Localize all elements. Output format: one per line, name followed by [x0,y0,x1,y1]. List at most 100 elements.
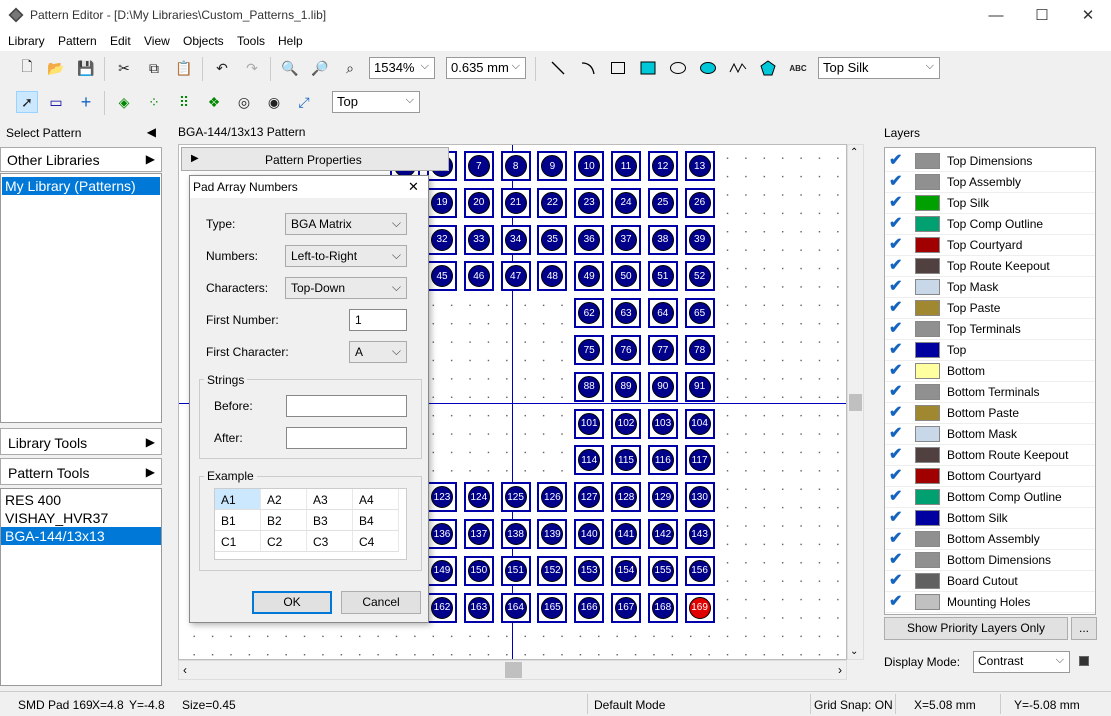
bga-pad[interactable]: 104 [684,408,715,439]
bga-pad[interactable]: 38 [647,224,678,255]
layer-color-swatch[interactable] [915,552,940,568]
bga-pad[interactable]: 12 [647,151,678,181]
rectangle-tool-icon[interactable] [607,57,629,79]
bga-pad[interactable]: 77 [647,335,678,365]
checkmark-icon[interactable]: ✔ [889,342,907,358]
bga-pad[interactable]: 128 [611,482,641,513]
checkmark-icon[interactable]: ✔ [889,174,907,190]
layer-row[interactable]: ✔ Top Mask [885,277,1095,298]
bga-pad[interactable]: 39 [684,224,715,255]
list-item[interactable]: RES 400 [1,491,161,509]
layer-row[interactable]: ✔ Top Route Keepout [885,256,1095,277]
layer-row[interactable]: ✔ Top Terminals [885,319,1095,340]
first-character-select[interactable]: A ⌵ [349,341,407,363]
layer-color-swatch[interactable] [915,174,940,190]
layer-color-swatch[interactable] [915,321,940,337]
checkmark-icon[interactable]: ✔ [889,510,907,526]
bga-pad[interactable]: 47 [500,261,531,292]
text-tool-icon[interactable]: ABC [787,57,809,79]
bga-pad[interactable]: 123 [427,482,457,513]
layer-row[interactable]: ✔ Top Dimensions [885,151,1095,172]
layer-row[interactable]: ✔ Top Courtyard [885,235,1095,256]
bga-pad[interactable]: 163 [463,592,494,623]
dialog-close-icon[interactable]: ✕ [408,179,419,195]
checkmark-icon[interactable]: ✔ [889,300,907,316]
bga-pad[interactable]: 89 [611,371,641,402]
checkmark-icon[interactable]: ✔ [889,153,907,169]
bga-pad[interactable]: 169 [684,592,715,623]
layer-row[interactable]: ✔ Bottom Dimensions [885,550,1095,571]
scroll-down-icon[interactable]: ⌄ [850,646,858,657]
bga-pad[interactable]: 64 [647,298,678,329]
layer-color-swatch[interactable] [915,342,940,358]
bga-pad[interactable]: 21 [500,187,531,218]
bga-pad[interactable]: 138 [500,519,531,549]
zoom-fit-icon[interactable]: ⌕ [339,57,361,79]
library-tools-button[interactable]: Library Tools ▶ [0,428,162,455]
more-options-button[interactable]: ... [1071,617,1097,640]
bga-pad[interactable]: 129 [647,482,678,513]
checkmark-icon[interactable]: ✔ [889,195,907,211]
layer-row[interactable]: ✔ Top Paste [885,298,1095,319]
bga-pad[interactable]: 167 [611,592,641,623]
bga-pad[interactable]: 114 [574,445,605,476]
scroll-right-icon[interactable]: › [838,663,842,677]
bga-pad[interactable]: 22 [537,187,568,218]
bga-pad[interactable]: 143 [684,519,715,549]
horizontal-scroll-thumb[interactable] [505,662,522,678]
zoom-combo[interactable]: 1534% ⌵ [369,57,435,79]
bga-pad[interactable]: 156 [684,555,715,586]
side-combo[interactable]: Top ⌵ [332,91,420,113]
vertical-scroll-thumb[interactable] [849,394,862,411]
bga-pad[interactable]: 116 [647,445,678,476]
bga-pad[interactable]: 19 [427,187,457,218]
checkmark-icon[interactable]: ✔ [889,594,907,610]
crosshair-icon[interactable]: + [75,91,97,113]
bga-pad[interactable]: 63 [611,298,641,329]
layer-color-swatch[interactable] [915,510,940,526]
layer-row[interactable]: ✔ Mounting Holes [885,592,1095,613]
vertical-scrollbar[interactable]: ⌃ ⌄ [847,144,864,660]
layer-color-swatch[interactable] [915,153,940,169]
checkmark-icon[interactable]: ✔ [889,468,907,484]
dimension-tool-icon[interactable]: ▭ [45,91,67,113]
bga-pad[interactable]: 24 [611,187,641,218]
bga-pad[interactable]: 62 [574,298,605,329]
pattern-properties-bar[interactable]: ▶ Pattern Properties [181,147,449,171]
ok-button[interactable]: OK [252,591,332,614]
undo-icon[interactable]: ↶ [211,57,233,79]
layer-row[interactable]: ✔ Bottom Silk [885,508,1095,529]
measure-icon[interactable]: ⤢ [293,91,315,113]
bga-pad[interactable]: 23 [574,187,605,218]
bga-pad[interactable]: 90 [647,371,678,402]
bga-pad[interactable]: 13 [684,151,715,181]
filled-ellipse-icon[interactable] [697,57,719,79]
bga-pad[interactable]: 115 [611,445,641,476]
bga-pad[interactable]: 150 [463,555,494,586]
bga-pad[interactable]: 153 [574,555,605,586]
bga-pad[interactable]: 127 [574,482,605,513]
bga-pad[interactable]: 164 [500,592,531,623]
checkmark-icon[interactable]: ✔ [889,405,907,421]
bga-pad[interactable]: 125 [500,482,531,513]
redo-icon[interactable]: ↷ [241,57,263,79]
bga-pad[interactable]: 76 [611,335,641,365]
collapse-left-icon[interactable]: ◀ [147,125,156,139]
bga-pad[interactable]: 155 [647,555,678,586]
minimize-button[interactable]: — [973,0,1019,31]
bga-pad[interactable]: 149 [427,555,457,586]
type-select[interactable]: BGA Matrix ⌵ [285,213,407,235]
bga-pad[interactable]: 151 [500,555,531,586]
bga-pad[interactable]: 140 [574,519,605,549]
polygon-tool-icon[interactable] [757,57,779,79]
bga-pad[interactable]: 9 [537,151,568,181]
layer-row[interactable]: ✔ Bottom Terminals [885,382,1095,403]
bga-pad[interactable]: 51 [647,261,678,292]
layer-color-swatch[interactable] [915,195,940,211]
copy-icon[interactable]: ⧉ [143,57,165,79]
checkmark-icon[interactable]: ✔ [889,363,907,379]
bga-pad[interactable]: 126 [537,482,568,513]
bga-pad[interactable]: 8 [500,151,531,181]
open-folder-icon[interactable]: 📂 [45,57,67,79]
menu-edit[interactable]: Edit [110,34,131,48]
